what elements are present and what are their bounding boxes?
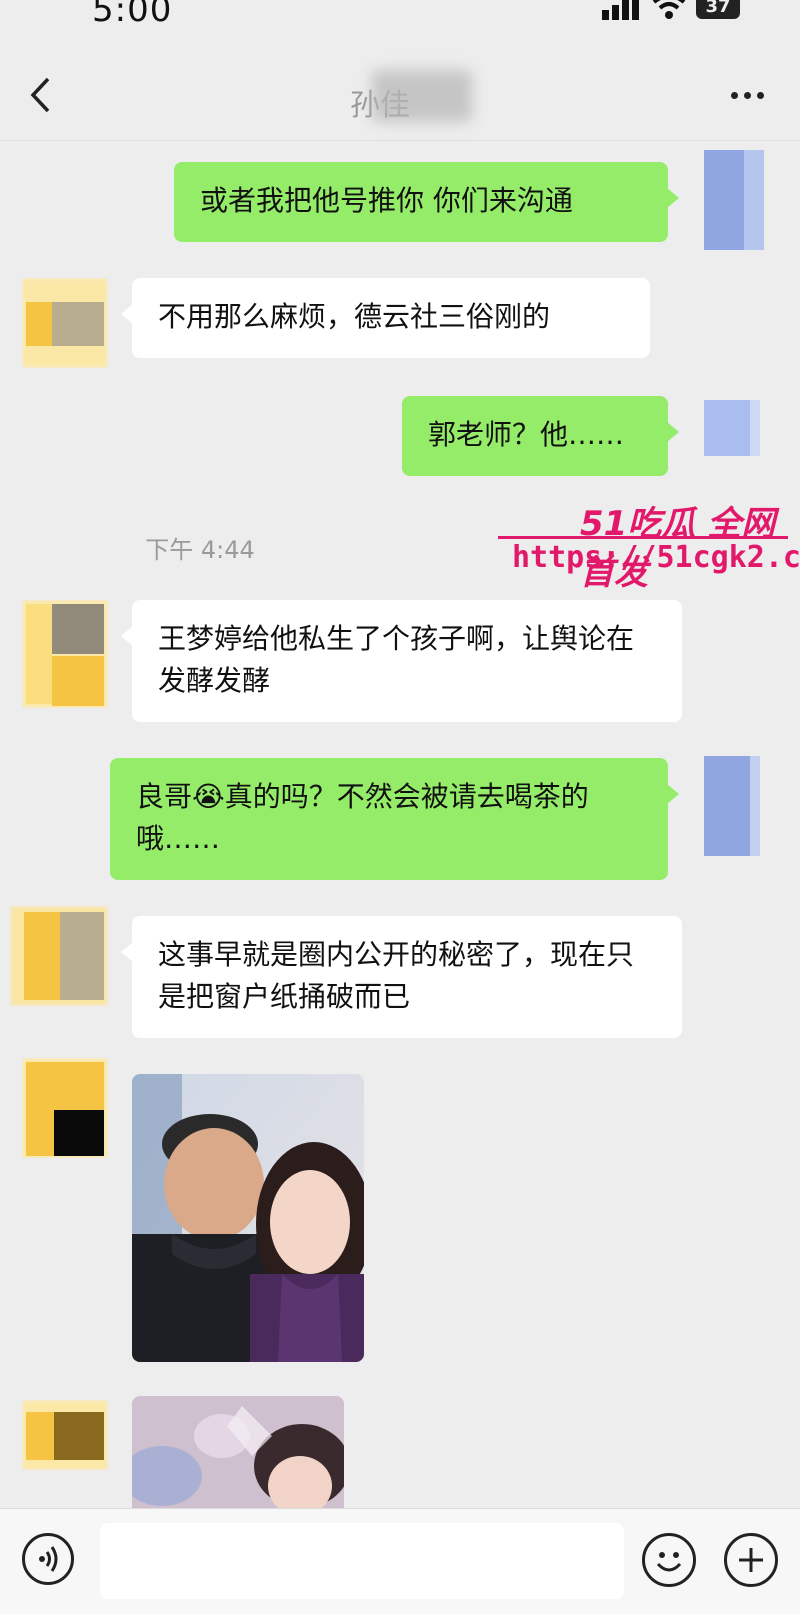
contact-avatar[interactable] (10, 906, 108, 1006)
emoji-icon[interactable] (642, 1533, 696, 1587)
message-text: 不用那么麻烦，德云社三俗刚的 (158, 300, 551, 333)
battery-indicator: 37 (696, 0, 740, 19)
add-icon (739, 1548, 763, 1572)
message-bubble-received[interactable]: 不用那么麻烦，德云社三俗刚的 (121, 278, 650, 358)
watermark-stripe (498, 536, 788, 539)
message-bubble-received[interactable]: 王梦婷给他私生了个孩子啊，让舆论在发酵发酵 (121, 600, 682, 722)
message-text: 或者我把他号推你 你们来沟通 (200, 184, 573, 217)
contact-avatar[interactable] (22, 1400, 108, 1470)
message-bubble-sent[interactable]: 或者我把他号推你 你们来沟通 (174, 162, 679, 242)
status-time: 5:00 (92, 0, 173, 30)
signal-icon (602, 0, 639, 20)
contact-avatar[interactable] (22, 600, 108, 708)
watermark: 51吃瓜 全网首发 https://51cgk2.com (498, 496, 800, 593)
message-text: 这事早就是圈内公开的秘密了，现在只是把窗户纸捅破而已 (158, 938, 635, 1013)
back-chevron-icon[interactable] (28, 76, 52, 114)
status-bar: 5:00 37 (0, 0, 800, 40)
photo-image (132, 1396, 344, 1508)
status-icons: 37 (602, 0, 740, 20)
message-text: 王梦婷给他私生了个孩子啊，让舆论在发酵发酵 (158, 622, 635, 697)
contact-avatar[interactable] (22, 1058, 108, 1158)
smiley-icon (656, 1552, 682, 1572)
message-bubble-received[interactable]: 这事早就是圈内公开的秘密了，现在只是把窗户纸捅破而已 (121, 916, 682, 1038)
photo-message[interactable] (132, 1074, 364, 1362)
more-dots-icon[interactable] (731, 92, 764, 99)
self-avatar[interactable] (704, 400, 760, 456)
message-input[interactable] (100, 1523, 624, 1599)
self-avatar[interactable] (704, 150, 764, 250)
input-bar (0, 1508, 800, 1614)
voice-waves-icon (39, 1546, 58, 1572)
self-avatar[interactable] (704, 756, 760, 856)
crying-emoji-icon: 😭 (192, 780, 225, 813)
watermark-url: https://51cgk2.com (512, 540, 800, 575)
plus-icon[interactable] (724, 1533, 778, 1587)
photo-message[interactable] (132, 1396, 344, 1508)
photo-image (132, 1074, 364, 1362)
contact-avatar[interactable] (22, 278, 108, 368)
voice-icon[interactable] (22, 1533, 74, 1585)
title-redaction (372, 70, 472, 122)
message-text: 郭老师？他…… (428, 418, 625, 451)
wifi-icon (652, 0, 686, 19)
message-bubble-sent[interactable]: 良哥😭真的吗？不然会被请去喝茶的哦…… (110, 758, 679, 880)
chat-header: 孙佳 (0, 40, 800, 141)
message-bubble-sent[interactable]: 郭老师？他…… (402, 396, 679, 476)
message-text-before: 良哥 (136, 780, 193, 813)
